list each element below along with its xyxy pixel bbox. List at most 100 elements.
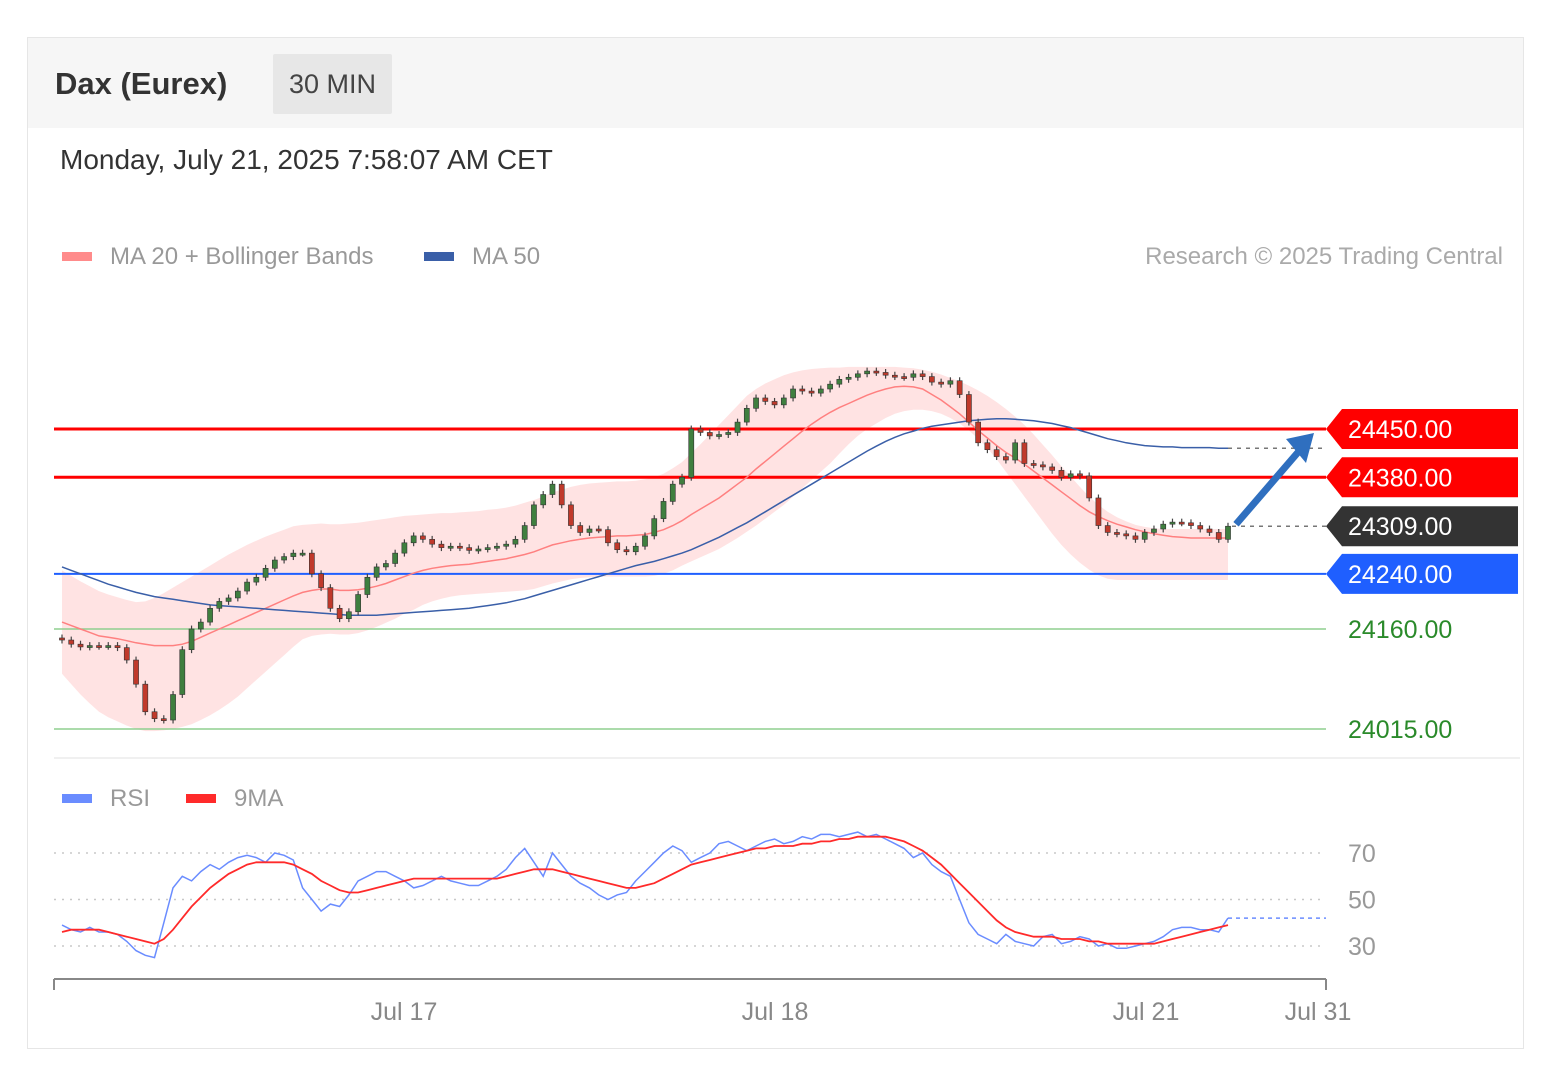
candle-body <box>1225 525 1231 540</box>
candle <box>651 515 658 540</box>
x-tick-label: Jul 31 <box>1285 998 1352 1026</box>
candle-body <box>614 542 621 550</box>
candle-body <box>558 483 565 506</box>
candle-body <box>531 504 537 526</box>
candle-body <box>966 394 972 423</box>
rsi-legend: RSI 9MA <box>62 785 283 812</box>
candle <box>327 584 334 612</box>
ma50-legend-swatch <box>424 252 454 261</box>
candle-body <box>281 556 287 561</box>
candle-body <box>1077 473 1083 477</box>
candle-body <box>697 428 704 433</box>
copyright-label: Research © 2025 Trading Central <box>1145 243 1503 270</box>
candle-body <box>1123 533 1130 537</box>
candle-body <box>466 547 473 551</box>
ma9-legend-swatch <box>186 794 216 803</box>
candle-body <box>512 539 519 545</box>
rsi-tick-label: 30 <box>1348 933 1376 961</box>
candle-body <box>854 373 861 378</box>
candle-body <box>271 559 278 569</box>
candle-body <box>808 390 815 394</box>
candle-body <box>364 576 371 595</box>
candle-body <box>1012 442 1019 461</box>
candle-body <box>484 547 491 550</box>
candle-body <box>392 552 398 564</box>
candle-body <box>929 376 935 383</box>
level-label-resistance: 24450.00 <box>1348 416 1452 444</box>
candle-body <box>956 380 963 395</box>
candle-body <box>207 608 213 623</box>
candle-body <box>734 421 741 433</box>
candle-body <box>817 388 824 394</box>
chart-svg: MA 20 + Bollinger Bands MA 50 Research ©… <box>53 243 1520 1026</box>
candle-body <box>725 432 732 435</box>
candle <box>188 625 195 654</box>
candle-body <box>595 528 602 532</box>
candle-body <box>447 545 454 549</box>
candle <box>133 656 139 688</box>
candle-body <box>993 449 1000 457</box>
candle-body <box>651 518 658 537</box>
candle <box>364 573 371 598</box>
candle <box>142 680 149 716</box>
candle <box>355 591 361 616</box>
candle-body <box>947 380 954 385</box>
candle-body <box>105 645 112 648</box>
level-label-support: 24015.00 <box>1348 716 1452 744</box>
candle-body <box>1040 464 1046 468</box>
candle-body <box>1141 532 1148 540</box>
candle-body <box>771 401 778 406</box>
candle-body <box>142 683 149 713</box>
candle-body <box>882 372 889 376</box>
rsi-panel: 30 50 70 <box>54 831 1376 961</box>
candle-body <box>549 483 556 495</box>
candle-body <box>864 370 870 375</box>
level-label-current: 24309.00 <box>1348 513 1452 541</box>
candle-body <box>586 528 593 533</box>
candle-body <box>355 594 361 613</box>
candle-body <box>1021 442 1028 464</box>
candle-body <box>919 373 926 377</box>
candle <box>531 501 537 529</box>
candle-body <box>1114 532 1120 535</box>
candle-body <box>133 659 139 685</box>
candle-body <box>762 397 769 402</box>
candle-body <box>96 645 102 648</box>
price-panel: 24450.00 24380.00 24309.00 24240.00 24160.00… <box>54 366 1518 744</box>
candle-body <box>1104 525 1111 533</box>
candle-body <box>438 543 445 548</box>
candle-body <box>1095 497 1102 526</box>
candle-body <box>1206 528 1213 533</box>
candle-body <box>1197 525 1204 530</box>
candle-body <box>753 397 759 409</box>
candle-body <box>77 643 84 648</box>
candle-body <box>799 388 806 392</box>
candle-body <box>984 442 991 450</box>
candle-body <box>836 379 843 385</box>
x-tick-label: Jul 17 <box>371 998 438 1026</box>
candle-body <box>327 587 334 609</box>
candle-body <box>892 374 898 378</box>
candle-body <box>827 383 833 390</box>
ma20-legend-swatch <box>62 252 92 261</box>
x-tick-label: Jul 18 <box>742 998 809 1026</box>
candle-body <box>845 376 852 380</box>
candle <box>660 497 667 523</box>
candle <box>975 418 981 447</box>
candle-body <box>623 549 630 553</box>
candle-body <box>86 645 93 648</box>
candle-body <box>790 388 796 399</box>
candle <box>1178 518 1185 527</box>
candle <box>1095 494 1102 529</box>
candle-body <box>1086 475 1093 499</box>
candle <box>1012 439 1019 464</box>
candle-body <box>568 504 574 526</box>
candle-body <box>318 573 324 588</box>
candle-body <box>383 563 389 568</box>
level-label-pivot: 24240.00 <box>1348 561 1452 589</box>
ma9-line <box>61 835 1229 945</box>
candle <box>697 425 704 436</box>
candle-body <box>660 501 667 519</box>
candle-body <box>170 694 176 721</box>
candle-body <box>309 552 315 575</box>
